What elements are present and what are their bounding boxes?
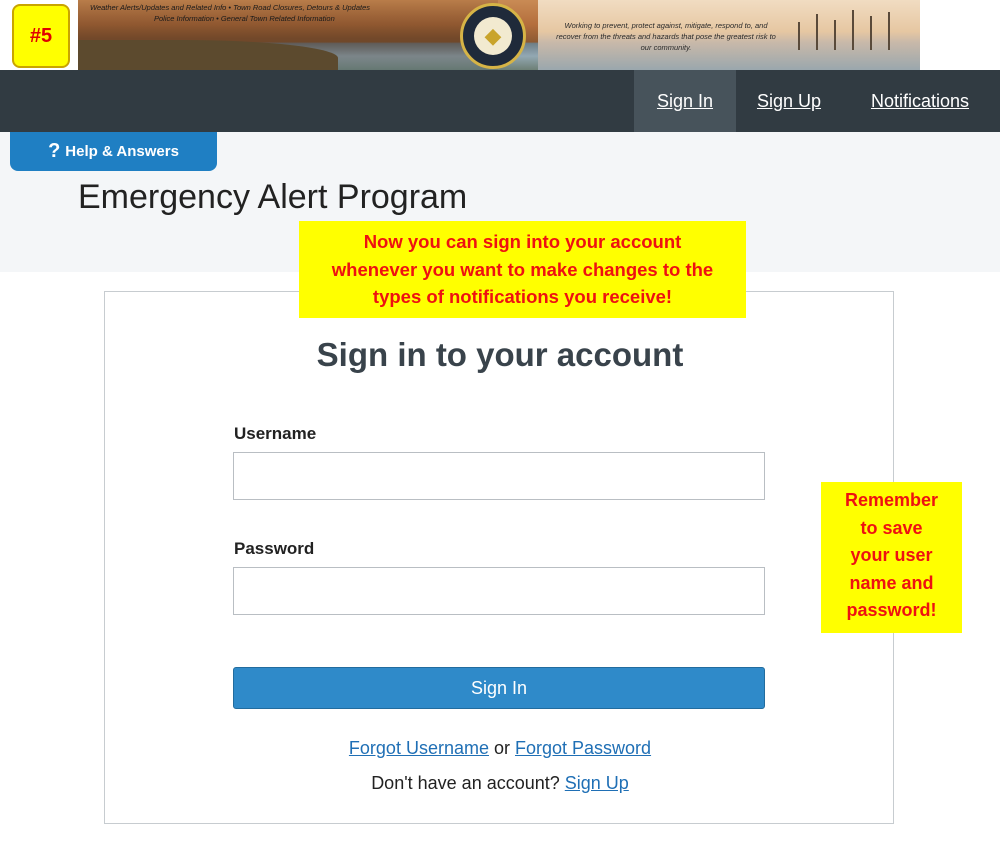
town-seal-logo: ◆ bbox=[460, 3, 526, 69]
page-title: Emergency Alert Program bbox=[78, 178, 468, 216]
callout-line: to save bbox=[860, 517, 923, 538]
username-input[interactable] bbox=[233, 452, 765, 500]
forgot-links-row: Forgot Username or Forgot Password bbox=[0, 738, 1000, 759]
top-navbar: Sign In Sign Up Notifications bbox=[0, 70, 1000, 132]
forgot-password-link[interactable]: Forgot Password bbox=[515, 738, 651, 758]
nav-sign-in[interactable]: Sign In bbox=[634, 70, 736, 132]
signup-prompt-row: Don't have an account? Sign Up bbox=[0, 773, 1000, 794]
nav-sign-up[interactable]: Sign Up bbox=[736, 70, 842, 132]
banner-link-row: Weather Alerts/Updates and Related Info … bbox=[90, 3, 370, 12]
or-text: or bbox=[488, 738, 515, 758]
callout-line: name and bbox=[849, 572, 934, 593]
callout-line: Remember bbox=[844, 490, 939, 510]
help-answers-button[interactable]: ? Help & Answers bbox=[10, 132, 217, 171]
header-banner: Weather Alerts/Updates and Related Info … bbox=[78, 0, 920, 70]
forgot-username-link[interactable]: Forgot Username bbox=[349, 738, 489, 758]
banner-links: Weather Alerts/Updates and Related Info … bbox=[90, 2, 370, 24]
nav-notifications[interactable]: Notifications bbox=[852, 70, 988, 132]
sign-up-link[interactable]: Sign Up bbox=[565, 773, 629, 793]
banner-mission: Working to prevent, protect against, mit… bbox=[556, 21, 776, 52]
sign-in-button[interactable]: Sign In bbox=[233, 667, 765, 709]
question-icon: ? bbox=[48, 140, 61, 162]
banner-link-row: Police Information • General Town Relate… bbox=[154, 14, 335, 23]
callout-line: whenever you want to make changes to the bbox=[331, 258, 714, 280]
signin-title: Sign in to your account bbox=[316, 336, 684, 373]
callout-line: your user bbox=[850, 545, 933, 565]
callout-line: password! bbox=[846, 600, 937, 620]
username-label: Username bbox=[234, 424, 317, 443]
password-label: Password bbox=[234, 539, 315, 558]
callout-line: types of notifications you receive! bbox=[372, 286, 673, 307]
banner-trees bbox=[790, 6, 910, 50]
callout-remember: Remember to save your user name and pass… bbox=[821, 482, 962, 633]
help-answers-label: Help & Answers bbox=[65, 143, 179, 160]
shell-icon: ◆ bbox=[474, 17, 512, 55]
no-account-text: Don't have an account? bbox=[371, 773, 565, 793]
password-input[interactable] bbox=[233, 567, 765, 615]
callout-signin-info: Now you can sign into your account whene… bbox=[299, 221, 746, 318]
step-badge: #5 bbox=[12, 4, 70, 68]
callout-line: Now you can sign into your account bbox=[363, 231, 682, 252]
